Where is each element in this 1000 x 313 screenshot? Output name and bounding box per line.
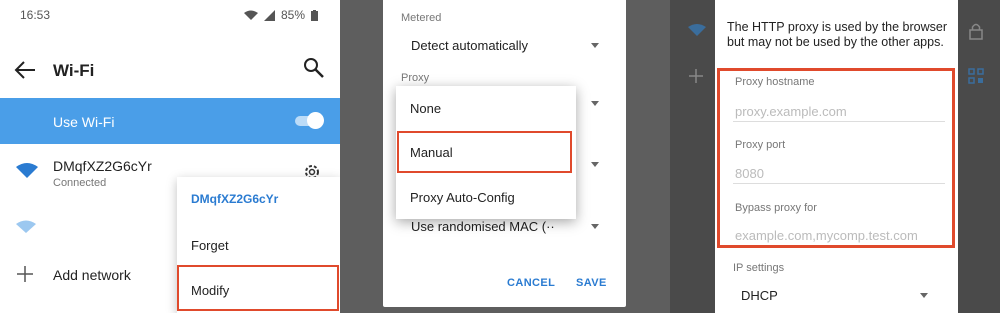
network-context-menu: DMqfXZ2G6cYr Forget Modify — [177, 177, 340, 313]
network-status: Connected — [53, 177, 107, 189]
wifi-settings-panel: 16:53 85% Wi-Fi Use Wi-Fi DMqfXZ2G6cYr C… — [0, 0, 340, 313]
save-button[interactable]: SAVE — [576, 277, 607, 289]
proxy-fields-highlight: Proxy hostname proxy.example.com Proxy p… — [717, 68, 955, 248]
menu-title: DMqfXZ2G6cYr — [191, 192, 279, 206]
battery-percent: 85% — [280, 8, 305, 22]
use-wifi-label: Use Wi-Fi — [53, 114, 115, 130]
lock-icon — [969, 23, 983, 40]
status-time: 16:53 — [20, 8, 51, 22]
proxy-port-label: Proxy port — [735, 139, 786, 151]
proxy-options-popup: None Manual Proxy Auto-Config — [396, 86, 576, 219]
wifi-signal-icon — [243, 10, 258, 20]
proxy-hostname-input[interactable]: proxy.example.com — [735, 104, 847, 119]
metered-dropdown[interactable]: Detect automatically — [411, 38, 528, 53]
status-icons: 85% — [243, 8, 318, 22]
proxy-option-manual[interactable]: Manual — [397, 131, 572, 173]
modify-menu-item[interactable]: Modify — [177, 265, 339, 311]
proxy-hostname-label: Proxy hostname — [735, 76, 815, 88]
ip-settings-dropdown[interactable]: DHCP — [741, 288, 778, 303]
plus-icon — [689, 69, 703, 83]
bypass-proxy-label: Bypass proxy for — [735, 202, 817, 214]
chevron-down-icon — [591, 101, 599, 106]
proxy-label: Proxy — [401, 72, 430, 84]
wifi-icon — [688, 24, 706, 36]
back-arrow-icon[interactable] — [14, 60, 36, 80]
proxy-info-text: The HTTP proxy is used by the browser bu… — [727, 20, 947, 49]
network-options-panel: Metered Detect automatically Proxy Use r… — [340, 0, 670, 313]
bypass-proxy-input[interactable]: example.com,mycomp.test.com — [735, 228, 918, 243]
battery-icon — [311, 9, 318, 21]
divider — [733, 121, 945, 122]
chevron-down-icon — [591, 43, 599, 48]
background-actions — [958, 0, 1000, 313]
chevron-down-icon — [591, 224, 599, 229]
metered-label: Metered — [401, 12, 442, 24]
proxy-option-none[interactable]: None — [410, 101, 441, 116]
network-name[interactable]: DMqfXZ2G6cYr — [53, 158, 152, 174]
proxy-option-auto-config[interactable]: Proxy Auto-Config — [410, 190, 515, 205]
chevron-down-icon — [591, 162, 599, 167]
page-title: Wi-Fi — [53, 61, 95, 80]
proxy-option-manual-label: Manual — [410, 145, 453, 160]
forget-menu-item[interactable]: Forget — [191, 238, 229, 253]
proxy-settings-panel: The HTTP proxy is used by the browser bu… — [670, 0, 1000, 313]
ip-settings-label: IP settings — [733, 262, 785, 274]
wifi-toggle-knob[interactable] — [307, 112, 324, 129]
privacy-dropdown[interactable]: Use randomised MAC (·· — [411, 219, 555, 234]
plus-icon — [17, 266, 33, 282]
add-network-item[interactable]: Add network — [53, 267, 131, 283]
proxy-dialog: The HTTP proxy is used by the browser bu… — [715, 0, 958, 313]
wifi-icon — [16, 220, 36, 233]
qr-icon — [968, 68, 984, 84]
cancel-button[interactable]: CANCEL — [507, 277, 555, 289]
cell-signal-icon — [263, 9, 275, 21]
use-wifi-row[interactable] — [0, 98, 340, 144]
modify-label: Modify — [191, 283, 230, 298]
background-list — [670, 0, 715, 313]
proxy-port-input[interactable]: 8080 — [735, 166, 764, 181]
search-icon[interactable] — [302, 56, 326, 80]
chevron-down-icon — [920, 293, 928, 298]
wifi-icon — [16, 163, 38, 178]
divider — [733, 183, 945, 184]
